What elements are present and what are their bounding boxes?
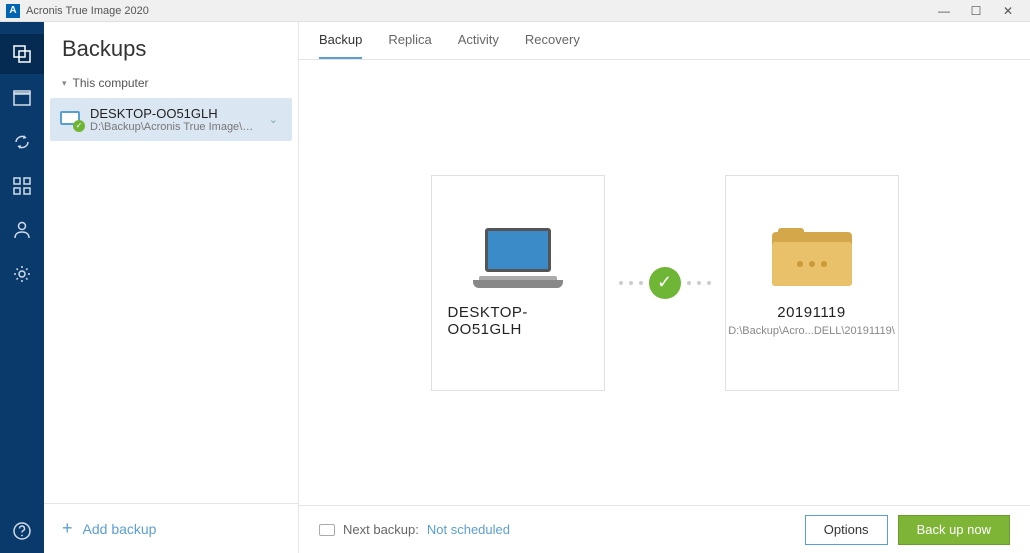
nav-help[interactable] [0, 509, 44, 553]
titlebar: A Acronis True Image 2020 — ☐ ✕ [0, 0, 1030, 22]
backup-item-path: D:\Backup\Acronis True Image\Dhani DELL\… [90, 121, 257, 133]
nav-backup[interactable] [0, 34, 44, 74]
connector: ✓ [619, 267, 711, 299]
source-card[interactable]: DESKTOP-OO51GLH [431, 175, 605, 391]
grid-icon [12, 176, 32, 196]
sidebar-title: Backups [44, 22, 298, 72]
gear-icon [12, 264, 32, 284]
nav-settings[interactable] [0, 254, 44, 294]
folder-icon [772, 228, 852, 288]
tab-activity[interactable]: Activity [458, 22, 499, 59]
nav-tools[interactable] [0, 166, 44, 206]
nav-rail [0, 22, 44, 553]
main-panel: Backup Replica Activity Recovery DESKTOP… [299, 22, 1030, 553]
backup-icon [12, 44, 32, 64]
sync-icon [12, 132, 32, 152]
tab-replica[interactable]: Replica [388, 22, 431, 59]
nav-archive[interactable] [0, 78, 44, 118]
minimize-button[interactable]: — [928, 0, 960, 22]
backup-list-item[interactable]: ✓ DESKTOP-OO51GLH D:\Backup\Acronis True… [50, 98, 292, 141]
next-backup-value[interactable]: Not scheduled [427, 522, 510, 537]
group-label: This computer [73, 76, 149, 90]
tab-backup[interactable]: Backup [319, 22, 362, 59]
schedule-icon [319, 524, 335, 536]
backup-canvas: DESKTOP-OO51GLH ✓ 20191119 D:\Backup\Acr… [299, 60, 1030, 505]
backup-now-button[interactable]: Back up now [898, 515, 1010, 545]
source-title: DESKTOP-OO51GLH [448, 304, 588, 338]
add-backup-label: Add backup [83, 521, 157, 537]
next-backup-label: Next backup: [343, 522, 419, 537]
help-icon [12, 521, 32, 541]
check-icon: ✓ [649, 267, 681, 299]
backup-now-label: Back up now [917, 522, 991, 537]
options-label: Options [824, 522, 869, 537]
chevron-down-icon: ▾ [62, 78, 67, 89]
tabs: Backup Replica Activity Recovery [299, 22, 1030, 60]
plus-icon: + [62, 518, 73, 539]
item-menu-button[interactable]: ⌄ [265, 109, 282, 130]
window-controls: — ☐ ✕ [928, 0, 1024, 22]
maximize-button[interactable]: ☐ [960, 0, 992, 22]
window-title: Acronis True Image 2020 [26, 5, 928, 17]
sidebar: Backups ▾ This computer ✓ DESKTOP-OO51GL… [44, 22, 299, 553]
next-backup-info: Next backup: Not scheduled [319, 522, 510, 537]
app-icon: A [6, 4, 20, 18]
destination-title: 20191119 [777, 304, 846, 321]
backup-item-text: DESKTOP-OO51GLH D:\Backup\Acronis True I… [90, 106, 257, 133]
computer-icon: ✓ [60, 111, 82, 129]
destination-path: D:\Backup\Acro...DELL\20191119\ [728, 325, 895, 337]
archive-icon [12, 88, 32, 108]
options-button[interactable]: Options [805, 515, 888, 545]
tab-recovery[interactable]: Recovery [525, 22, 580, 59]
backup-item-name: DESKTOP-OO51GLH [90, 106, 257, 121]
laptop-icon [473, 228, 563, 288]
status-ok-icon: ✓ [73, 120, 85, 132]
nav-account[interactable] [0, 210, 44, 250]
destination-card[interactable]: 20191119 D:\Backup\Acro...DELL\20191119\ [725, 175, 899, 391]
sidebar-group-this-computer[interactable]: ▾ This computer [44, 72, 298, 94]
close-button[interactable]: ✕ [992, 0, 1024, 22]
add-backup-button[interactable]: + Add backup [44, 503, 298, 553]
bottom-bar: Next backup: Not scheduled Options Back … [299, 505, 1030, 553]
person-icon [12, 220, 32, 240]
nav-sync[interactable] [0, 122, 44, 162]
